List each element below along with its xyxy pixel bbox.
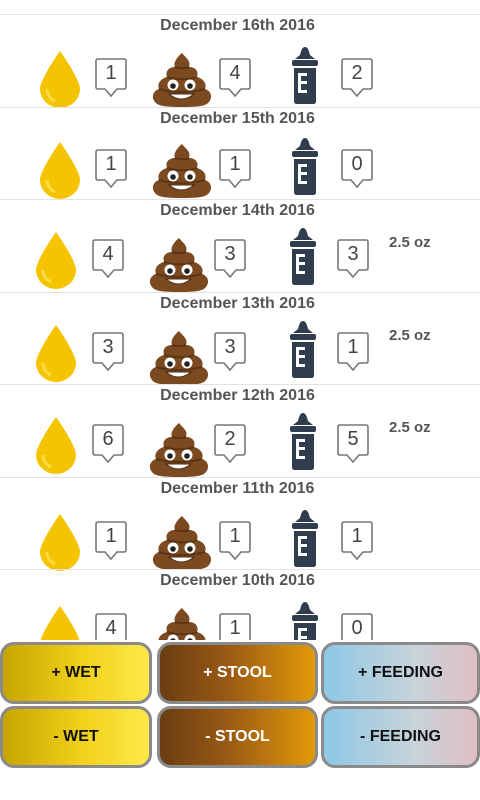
- wet-count-badge: 1: [94, 148, 128, 190]
- feeding-count-count: 0: [351, 617, 363, 639]
- baby-bottle-icon: [283, 226, 323, 291]
- stool-count-count: 2: [224, 428, 236, 450]
- stool-count-count: 3: [224, 243, 236, 265]
- wet-count-badge: 4: [94, 612, 128, 640]
- feeding-count-badge: 0: [340, 148, 374, 190]
- feeding-count-badge: 5: [336, 423, 370, 465]
- wet-count-count: 1: [105, 524, 117, 547]
- feeding-count-count: 1: [347, 335, 359, 358]
- wet-count-count: 3: [102, 335, 114, 358]
- feeding-count-count: 5: [347, 428, 359, 450]
- day-row[interactable]: December 11th 2016 1 1 1: [0, 476, 480, 571]
- stool-count-badge: 3: [213, 331, 247, 373]
- stool-count-badge: 1: [218, 148, 252, 190]
- stool-count-badge: 3: [213, 238, 247, 280]
- stool-count-count: 1: [229, 617, 241, 639]
- stool-emoji-icon: [151, 51, 213, 112]
- day-date: December 13th 2016: [160, 294, 315, 312]
- stool-emoji-icon: [148, 421, 210, 482]
- day-date: December 12th 2016: [160, 387, 315, 404]
- stool-emoji-icon: [148, 236, 210, 297]
- add-stool-button[interactable]: + STOOL: [157, 642, 318, 704]
- feeding-count-badge: 2: [340, 57, 374, 99]
- day-row[interactable]: December 13th 2016 3 3 1 2.5 oz: [0, 291, 480, 385]
- wet-drop-icon: [37, 140, 83, 205]
- feeding-count-badge: 3: [336, 238, 370, 280]
- stool-count-badge: 2: [213, 423, 247, 465]
- remove-feeding-button[interactable]: - FEEDING: [321, 706, 480, 768]
- feeding-amount: 2.5 oz: [389, 326, 431, 344]
- baby-bottle-icon: [285, 600, 325, 640]
- wet-count-count: 1: [105, 152, 117, 175]
- wet-drop-icon: [37, 604, 83, 640]
- feeding-amount: 2.5 oz: [389, 234, 431, 251]
- baby-bottle-icon: [285, 508, 325, 573]
- day-row[interactable]: December 12th 2016 6 2 5 2.5 oz: [0, 384, 480, 477]
- wet-count-badge: 4: [91, 238, 125, 280]
- wet-drop-icon: [33, 230, 79, 295]
- stool-count-badge: 1: [218, 612, 252, 640]
- day-date: December 15th 2016: [160, 109, 315, 127]
- wet-count-badge: 3: [91, 331, 125, 373]
- stool-emoji-icon: [151, 606, 213, 640]
- wet-drop-icon: [37, 512, 83, 577]
- add-wet-button[interactable]: + WET: [0, 642, 152, 704]
- day-row[interactable]: December 15th 2016 1 1 0: [0, 106, 480, 201]
- day-log-list[interactable]: December 16th 2016 1 4 2 December 15th 2016 1…: [0, 0, 480, 640]
- day-row[interactable]: December 14th 2016 4 3 3 2.5 oz: [0, 199, 480, 292]
- stool-emoji-icon: [148, 329, 210, 390]
- wet-count-count: 6: [102, 428, 114, 450]
- add-feeding-button[interactable]: + FEEDING: [321, 642, 480, 704]
- baby-bottle-icon: [285, 45, 325, 110]
- wet-count-badge: 6: [91, 423, 125, 465]
- wet-drop-icon: [37, 49, 83, 114]
- day-date: December 14th 2016: [160, 202, 315, 219]
- stool-count-count: 1: [229, 524, 241, 547]
- stool-count-badge: 4: [218, 57, 252, 99]
- wet-drop-icon: [33, 415, 79, 480]
- day-row[interactable]: December 10th 2016 4 1 0: [0, 569, 480, 640]
- baby-bottle-icon: [283, 411, 323, 476]
- wet-count-badge: 1: [94, 520, 128, 562]
- feeding-count-count: 2: [351, 62, 363, 84]
- stool-count-count: 3: [224, 335, 236, 358]
- stool-count-badge: 1: [218, 520, 252, 562]
- stool-emoji-icon: [151, 142, 213, 203]
- day-date: December 11th 2016: [160, 479, 315, 497]
- feeding-count-count: 0: [351, 152, 363, 175]
- feeding-count-count: 3: [347, 243, 359, 265]
- wet-count-count: 1: [105, 62, 117, 84]
- feeding-amount: 2.5 oz: [389, 419, 431, 436]
- wet-count-count: 4: [105, 617, 117, 639]
- baby-bottle-icon: [283, 319, 323, 384]
- stool-count-count: 1: [229, 152, 241, 175]
- wet-count-badge: 1: [94, 57, 128, 99]
- stool-count-count: 4: [229, 62, 241, 84]
- action-buttons: + WET + STOOL + FEEDING - WET - STOOL - …: [0, 640, 480, 770]
- wet-drop-icon: [33, 323, 79, 388]
- remove-wet-button[interactable]: - WET: [0, 706, 152, 768]
- wet-count-count: 4: [102, 243, 114, 265]
- feeding-count-badge: 1: [336, 331, 370, 373]
- baby-bottle-icon: [285, 136, 325, 201]
- feeding-count-badge: 1: [340, 520, 374, 562]
- remove-stool-button[interactable]: - STOOL: [157, 706, 318, 768]
- day-date: December 16th 2016: [160, 17, 315, 34]
- day-row[interactable]: December 16th 2016 1 4 2: [0, 14, 480, 108]
- feeding-count-badge: 0: [340, 612, 374, 640]
- day-date: December 10th 2016: [160, 572, 315, 589]
- feeding-count-count: 1: [351, 524, 363, 547]
- stool-emoji-icon: [151, 514, 213, 575]
